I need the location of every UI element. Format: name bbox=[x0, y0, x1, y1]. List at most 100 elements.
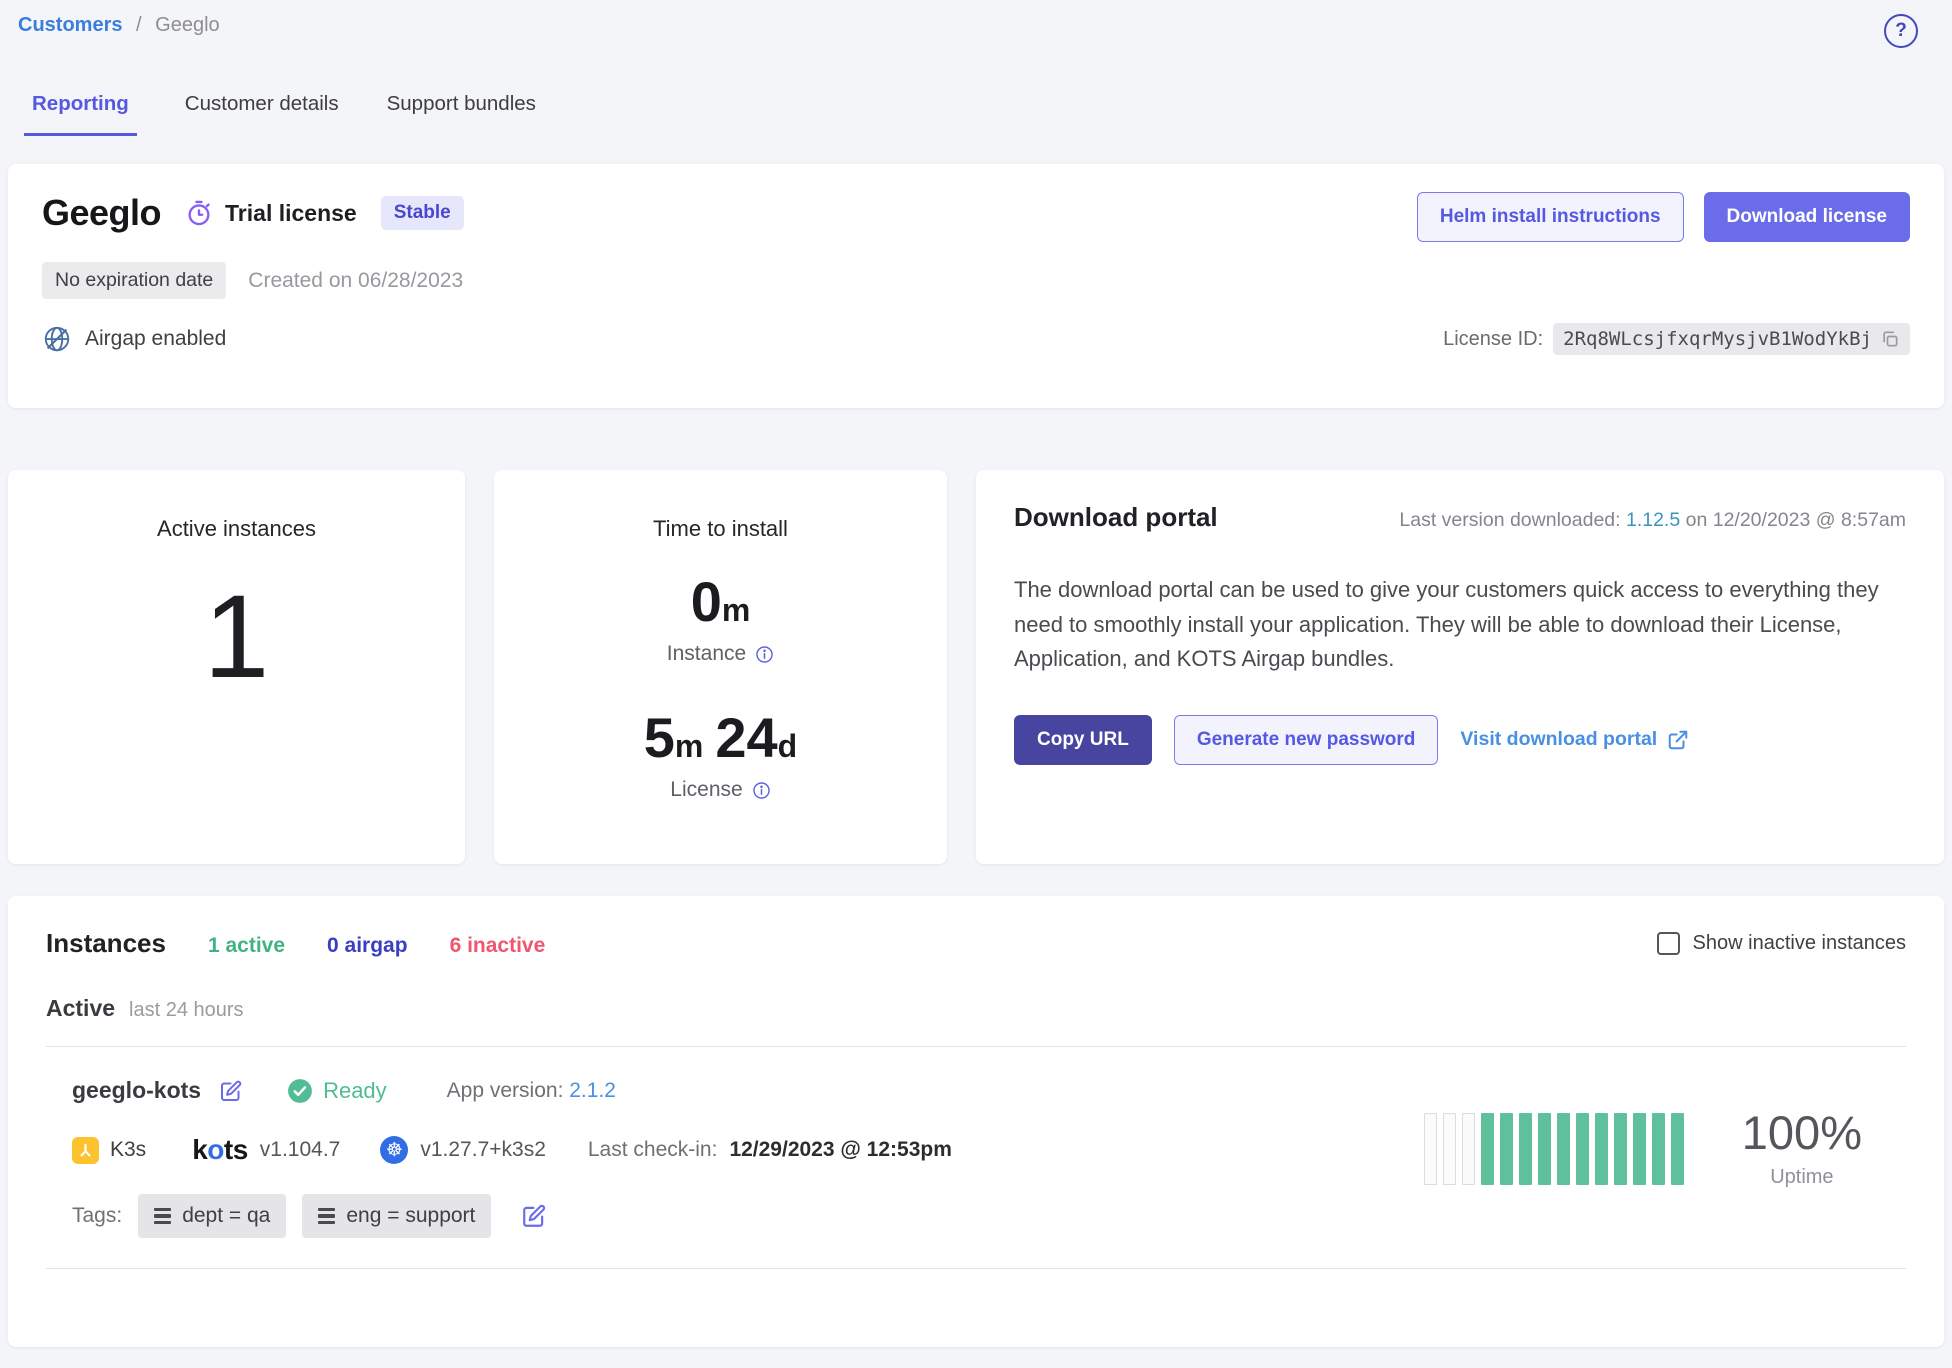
license-time-value-2: 24 bbox=[715, 706, 777, 769]
instance-time-label: Instance bbox=[667, 642, 746, 666]
instance-name: geeglo-kots bbox=[72, 1077, 201, 1104]
active-instances-title: Active instances bbox=[157, 516, 316, 542]
kots-logo: kots bbox=[192, 1134, 248, 1166]
license-card: Geeglo Trial license Stable Helm install… bbox=[8, 164, 1944, 408]
uptime-bars bbox=[1424, 1113, 1684, 1185]
license-type-label: Trial license bbox=[225, 200, 357, 227]
tab-support-bundles[interactable]: Support bundles bbox=[387, 92, 536, 136]
breadcrumb-customers-link[interactable]: Customers bbox=[18, 14, 122, 36]
tag-pill: eng = support bbox=[302, 1194, 491, 1238]
license-time-info-icon[interactable] bbox=[752, 781, 771, 800]
instance-time-unit: m bbox=[722, 592, 750, 628]
download-portal-card: Download portal Last version downloaded:… bbox=[976, 470, 1944, 864]
top-bar: Customers / Geeglo ? bbox=[8, 0, 1944, 48]
last-version-downloaded: Last version downloaded: 1.12.5 on 12/20… bbox=[1399, 509, 1906, 532]
tab-customer-details[interactable]: Customer details bbox=[185, 92, 339, 136]
customer-name: Geeglo bbox=[42, 192, 161, 234]
tab-reporting[interactable]: Reporting bbox=[24, 92, 137, 136]
k3s-icon bbox=[72, 1137, 99, 1164]
last-version-date: on 12/20/2023 @ 8:57am bbox=[1686, 509, 1906, 531]
tab-bar: Reporting Customer details Support bundl… bbox=[32, 92, 1944, 136]
license-id-label: License ID: bbox=[1443, 328, 1543, 351]
license-time-label: License bbox=[670, 778, 742, 802]
license-id-pill: 2Rq8WLcsjfxqrMysjvB1WodYkBj bbox=[1553, 323, 1910, 355]
visit-download-portal-link[interactable]: Visit download portal bbox=[1460, 728, 1689, 751]
copy-url-button[interactable]: Copy URL bbox=[1014, 715, 1152, 765]
license-time-unit-2: d bbox=[778, 728, 798, 764]
uptime-bar bbox=[1481, 1113, 1494, 1185]
uptime-bar bbox=[1462, 1113, 1475, 1185]
show-inactive-checkbox[interactable] bbox=[1657, 932, 1680, 955]
kubernetes-icon: ☸ bbox=[380, 1136, 408, 1164]
help-icon[interactable]: ? bbox=[1884, 14, 1918, 48]
uptime-bar bbox=[1500, 1113, 1513, 1185]
uptime-bar bbox=[1671, 1113, 1684, 1185]
uptime-bar bbox=[1557, 1113, 1570, 1185]
license-install-time: 5m24d bbox=[644, 710, 797, 766]
tags-list: dept = qa eng = support bbox=[138, 1194, 491, 1238]
show-inactive-label: Show inactive instances bbox=[1693, 932, 1906, 955]
airgap-count: 0 airgap bbox=[327, 934, 408, 958]
instance-row: geeglo-kots Ready bbox=[46, 1047, 1906, 1268]
last-checkin-label: Last check-in: bbox=[588, 1138, 718, 1162]
active-instances-value: 1 bbox=[204, 578, 270, 696]
time-to-install-card: Time to install 0m Instance 5m24d bbox=[494, 470, 947, 864]
tag-icon bbox=[154, 1208, 171, 1225]
breadcrumb-current: Geeglo bbox=[155, 14, 220, 36]
uptime-bar bbox=[1595, 1113, 1608, 1185]
external-link-icon bbox=[1667, 729, 1689, 751]
stats-row: Active instances 1 Time to install 0m In… bbox=[8, 470, 1944, 864]
inactive-count: 6 inactive bbox=[450, 934, 546, 958]
active-count: 1 active bbox=[208, 934, 285, 958]
download-portal-description: The download portal can be used to give … bbox=[1014, 573, 1906, 677]
breadcrumb: Customers / Geeglo bbox=[18, 14, 220, 37]
active-section-label: Active bbox=[46, 995, 115, 1022]
airgap-label: Airgap enabled bbox=[85, 327, 226, 351]
uptime-label: Uptime bbox=[1742, 1166, 1862, 1189]
ready-check-icon bbox=[287, 1078, 313, 1104]
visit-download-portal-label: Visit download portal bbox=[1460, 728, 1657, 751]
active-instances-card: Active instances 1 bbox=[8, 470, 465, 864]
last-version-label: Last version downloaded: bbox=[1399, 509, 1620, 531]
edit-tags-icon[interactable] bbox=[521, 1203, 547, 1229]
tag-pill: dept = qa bbox=[138, 1194, 286, 1238]
time-to-install-title: Time to install bbox=[653, 516, 788, 542]
download-portal-title: Download portal bbox=[1014, 502, 1218, 533]
uptime-bar bbox=[1424, 1113, 1437, 1185]
expiration-badge: No expiration date bbox=[42, 262, 226, 299]
app-version-label: App version: bbox=[447, 1079, 564, 1102]
license-id-value: 2Rq8WLcsjfxqrMysjvB1WodYkBj bbox=[1563, 328, 1872, 350]
uptime-bar bbox=[1576, 1113, 1589, 1185]
edit-instance-name-icon[interactable] bbox=[219, 1079, 243, 1103]
uptime-bar bbox=[1652, 1113, 1665, 1185]
show-inactive-toggle[interactable]: Show inactive instances bbox=[1657, 932, 1906, 955]
instance-status: Ready bbox=[323, 1078, 387, 1104]
tags-label: Tags: bbox=[72, 1204, 122, 1228]
kots-version: v1.104.7 bbox=[260, 1138, 341, 1162]
uptime-bar bbox=[1633, 1113, 1646, 1185]
distro-name: K3s bbox=[110, 1138, 146, 1162]
generate-new-password-button[interactable]: Generate new password bbox=[1174, 715, 1439, 765]
app-version-link[interactable]: 2.1.2 bbox=[569, 1079, 616, 1102]
uptime-bar bbox=[1443, 1113, 1456, 1185]
instance-time-info-icon[interactable] bbox=[755, 645, 774, 664]
license-time-unit-1: m bbox=[675, 728, 703, 764]
active-section-timeframe: last 24 hours bbox=[129, 999, 244, 1022]
helm-install-instructions-button[interactable]: Helm install instructions bbox=[1417, 192, 1684, 242]
k8s-version: v1.27.7+k3s2 bbox=[420, 1138, 546, 1162]
breadcrumb-separator: / bbox=[136, 14, 142, 36]
airgap-globe-icon bbox=[42, 324, 72, 354]
instances-card: Instances 1 active 0 airgap 6 inactive S… bbox=[8, 896, 1944, 1347]
instance-install-time: 0m bbox=[691, 574, 751, 630]
license-time-value-1: 5 bbox=[644, 706, 675, 769]
download-license-button[interactable]: Download license bbox=[1704, 192, 1910, 242]
channel-badge: Stable bbox=[381, 196, 464, 230]
instance-time-value: 0 bbox=[691, 570, 722, 633]
uptime-value: 100% bbox=[1742, 1109, 1862, 1156]
created-date: Created on 06/28/2023 bbox=[248, 269, 463, 293]
copy-license-id-icon[interactable] bbox=[1880, 329, 1900, 349]
last-version-link[interactable]: 1.12.5 bbox=[1626, 509, 1680, 531]
uptime-bar bbox=[1614, 1113, 1627, 1185]
customer-reporting-page: Customers / Geeglo ? Reporting Customer … bbox=[0, 0, 1952, 1368]
divider bbox=[46, 1268, 1906, 1269]
